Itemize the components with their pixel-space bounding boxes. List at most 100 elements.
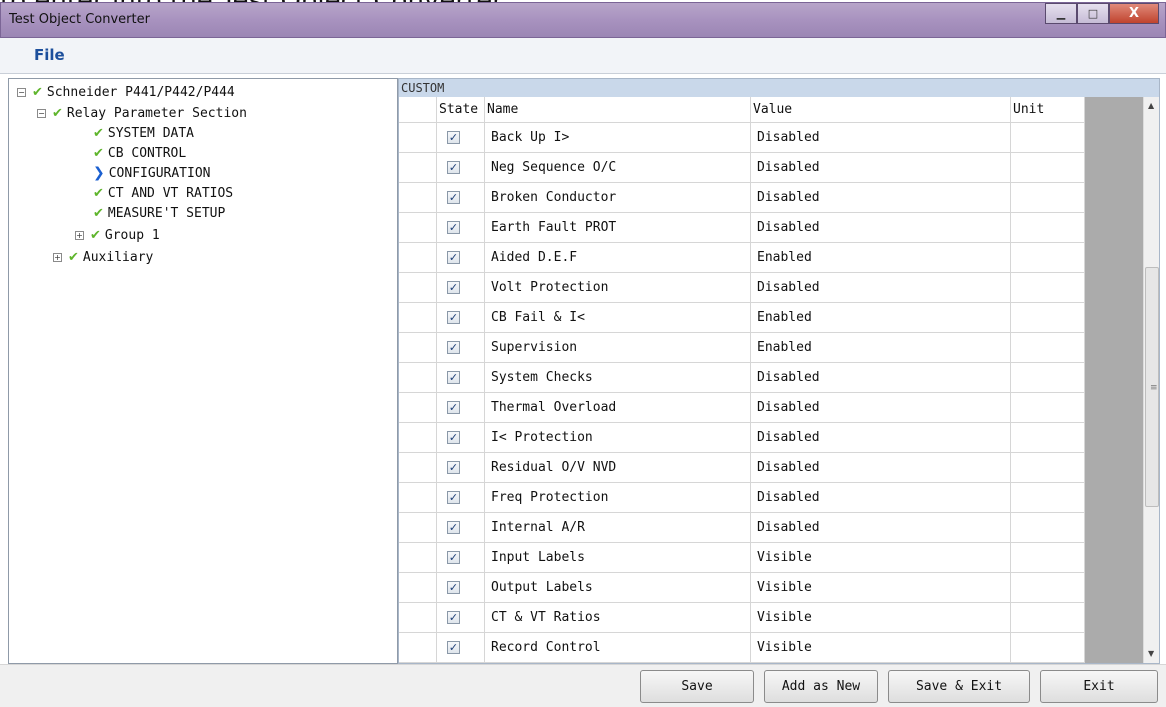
- state-checkbox[interactable]: ✓: [447, 281, 460, 294]
- table-row[interactable]: ✓ Residual O/V NVD Disabled: [399, 453, 1085, 483]
- state-cell[interactable]: ✓: [437, 243, 485, 273]
- value-cell[interactable]: Disabled: [751, 423, 1011, 453]
- state-cell[interactable]: ✓: [437, 273, 485, 303]
- table-row[interactable]: ✓ Input Labels Visible: [399, 543, 1085, 573]
- exit-button[interactable]: Exit: [1040, 670, 1158, 703]
- table-row[interactable]: ✓ Supervision Enabled: [399, 333, 1085, 363]
- value-cell[interactable]: Enabled: [751, 243, 1011, 273]
- tree-node-group-1[interactable]: + ✔ Group 1: [75, 226, 160, 244]
- state-checkbox[interactable]: ✓: [447, 161, 460, 174]
- state-checkbox[interactable]: ✓: [447, 611, 460, 624]
- tree-node-system-data[interactable]: ✔ SYSTEM DATA: [93, 124, 194, 142]
- value-cell[interactable]: Disabled: [751, 273, 1011, 303]
- tree-node-ct-vt-ratios[interactable]: ✔ CT AND VT RATIOS: [93, 184, 233, 202]
- row-header[interactable]: [399, 153, 437, 183]
- state-cell[interactable]: ✓: [437, 573, 485, 603]
- window-title-bar[interactable]: Test Object Converter ▁ □ X: [0, 2, 1166, 38]
- value-cell[interactable]: Enabled: [751, 333, 1011, 363]
- state-cell[interactable]: ✓: [437, 123, 485, 153]
- tree-node-measuret-setup[interactable]: ✔ MEASURE'T SETUP: [93, 204, 225, 222]
- state-cell[interactable]: ✓: [437, 603, 485, 633]
- state-cell[interactable]: ✓: [437, 363, 485, 393]
- value-cell[interactable]: Disabled: [751, 123, 1011, 153]
- state-cell[interactable]: ✓: [437, 183, 485, 213]
- row-header[interactable]: [399, 633, 437, 663]
- row-header[interactable]: [399, 513, 437, 543]
- table-row[interactable]: ✓ Freq Protection Disabled: [399, 483, 1085, 513]
- value-cell[interactable]: Disabled: [751, 513, 1011, 543]
- value-cell[interactable]: Disabled: [751, 363, 1011, 393]
- vertical-scrollbar[interactable]: ▲ ≡ ▼: [1143, 97, 1159, 663]
- state-checkbox[interactable]: ✓: [447, 431, 460, 444]
- state-checkbox[interactable]: ✓: [447, 191, 460, 204]
- value-cell[interactable]: Disabled: [751, 483, 1011, 513]
- row-header[interactable]: [399, 243, 437, 273]
- table-row[interactable]: ✓ I< Protection Disabled: [399, 423, 1085, 453]
- tree-node-cb-control[interactable]: ✔ CB CONTROL: [93, 144, 186, 162]
- table-row[interactable]: ✓ CT & VT Ratios Visible: [399, 603, 1085, 633]
- state-checkbox[interactable]: ✓: [447, 641, 460, 654]
- minimize-button[interactable]: ▁: [1045, 3, 1077, 24]
- parameter-grid[interactable]: CUSTOM State Name Value Unit ✓ Back Up I>…: [398, 78, 1160, 664]
- value-cell[interactable]: Visible: [751, 603, 1011, 633]
- table-row[interactable]: ✓ Internal A/R Disabled: [399, 513, 1085, 543]
- save-exit-button[interactable]: Save & Exit: [888, 670, 1030, 703]
- row-header[interactable]: [399, 333, 437, 363]
- table-row[interactable]: ✓ System Checks Disabled: [399, 363, 1085, 393]
- state-cell[interactable]: ✓: [437, 393, 485, 423]
- value-cell[interactable]: Disabled: [751, 453, 1011, 483]
- column-header-name[interactable]: Name: [485, 97, 751, 123]
- value-cell[interactable]: Visible: [751, 633, 1011, 663]
- state-checkbox[interactable]: ✓: [447, 131, 460, 144]
- value-cell[interactable]: Enabled: [751, 303, 1011, 333]
- value-cell[interactable]: Disabled: [751, 213, 1011, 243]
- state-checkbox[interactable]: ✓: [447, 341, 460, 354]
- value-cell[interactable]: Disabled: [751, 183, 1011, 213]
- tree-node-root[interactable]: − ✔ Schneider P441/P442/P444: [17, 83, 235, 101]
- column-header-unit[interactable]: Unit: [1011, 97, 1085, 123]
- row-header[interactable]: [399, 273, 437, 303]
- maximize-button[interactable]: □: [1077, 3, 1109, 24]
- table-row[interactable]: ✓ Thermal Overload Disabled: [399, 393, 1085, 423]
- table-row[interactable]: ✓ Neg Sequence O/C Disabled: [399, 153, 1085, 183]
- state-checkbox[interactable]: ✓: [447, 461, 460, 474]
- column-header-state[interactable]: State: [437, 97, 485, 123]
- state-cell[interactable]: ✓: [437, 543, 485, 573]
- table-row[interactable]: ✓ CB Fail & I< Enabled: [399, 303, 1085, 333]
- row-header[interactable]: [399, 453, 437, 483]
- value-cell[interactable]: Disabled: [751, 153, 1011, 183]
- collapse-icon[interactable]: −: [17, 87, 26, 97]
- state-checkbox[interactable]: ✓: [447, 221, 460, 234]
- row-header[interactable]: [399, 213, 437, 243]
- table-row[interactable]: ✓ Record Control Visible: [399, 633, 1085, 663]
- expand-icon[interactable]: +: [75, 230, 84, 240]
- row-header[interactable]: [399, 573, 437, 603]
- state-cell[interactable]: ✓: [437, 633, 485, 663]
- row-header[interactable]: [399, 393, 437, 423]
- table-row[interactable]: ✓ Aided D.E.F Enabled: [399, 243, 1085, 273]
- menu-file[interactable]: File: [34, 46, 65, 64]
- state-cell[interactable]: ✓: [437, 453, 485, 483]
- row-header[interactable]: [399, 423, 437, 453]
- state-cell[interactable]: ✓: [437, 483, 485, 513]
- save-button[interactable]: Save: [640, 670, 754, 703]
- tree-node-relay-section[interactable]: − ✔ Relay Parameter Section: [37, 104, 247, 122]
- row-header[interactable]: [399, 303, 437, 333]
- table-row[interactable]: ✓ Back Up I> Disabled: [399, 123, 1085, 153]
- row-header[interactable]: [399, 603, 437, 633]
- expand-icon[interactable]: +: [53, 252, 62, 262]
- collapse-icon[interactable]: −: [37, 108, 46, 118]
- state-checkbox[interactable]: ✓: [447, 251, 460, 264]
- scroll-up-icon[interactable]: ▲: [1148, 101, 1154, 110]
- row-header[interactable]: [399, 483, 437, 513]
- value-cell[interactable]: Visible: [751, 543, 1011, 573]
- scroll-down-icon[interactable]: ▼: [1148, 649, 1154, 658]
- value-cell[interactable]: Visible: [751, 573, 1011, 603]
- close-button[interactable]: X: [1109, 3, 1159, 24]
- tree-view[interactable]: − ✔ Schneider P441/P442/P444 − ✔ Relay P…: [8, 78, 398, 664]
- row-header[interactable]: [399, 363, 437, 393]
- state-checkbox[interactable]: ✓: [447, 401, 460, 414]
- state-checkbox[interactable]: ✓: [447, 521, 460, 534]
- table-row[interactable]: ✓ Earth Fault PROT Disabled: [399, 213, 1085, 243]
- table-row[interactable]: ✓ Volt Protection Disabled: [399, 273, 1085, 303]
